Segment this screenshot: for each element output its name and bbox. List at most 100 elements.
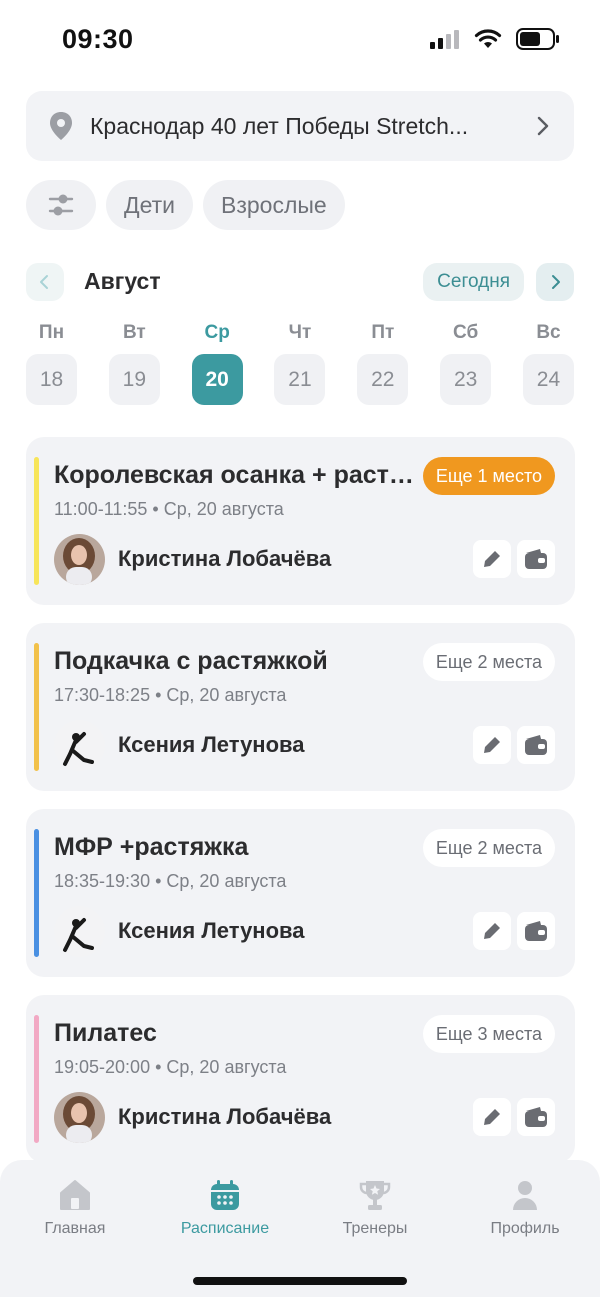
day-name: Пт [371,322,395,343]
filter-chip-adults[interactable]: Взрослые [203,180,345,230]
class-meta: 19:05-20:00 • Ср, 20 августа [54,1057,287,1077]
chevron-right-icon [552,275,560,289]
payment-button[interactable] [517,726,555,764]
class-meta: 18:35-19:30 • Ср, 20 августа [54,871,287,891]
payment-button[interactable] [517,912,555,950]
wifi-icon [474,29,502,48]
pencil-icon [484,737,500,753]
wallet-icon [525,921,547,941]
trainer-avatar[interactable] [54,1092,105,1143]
spots-badge: Еще 2 места [422,829,555,867]
calendar-icon [211,1180,239,1210]
edit-button[interactable] [473,1098,511,1136]
next-week-button[interactable] [536,263,574,301]
filter-chip-kids[interactable]: Дети [106,180,193,230]
class-card[interactable]: Королевская осанка + растяжка 11:00-11:5… [26,437,575,605]
day-number: 23 [440,354,492,405]
sliders-icon [48,194,74,216]
class-date: Ср, 20 августа [166,1057,287,1077]
spots-badge: Еще 3 места [422,1015,555,1053]
prev-week-button[interactable] [26,263,64,301]
edit-button[interactable] [473,726,511,764]
week-strip: Пн 18 Вт 19 Ср 20 Чт 21 Пт 22 Сб 23 Вс 24 [26,322,574,405]
tab-trainers[interactable]: Тренеры [300,1178,450,1238]
wallet-icon [525,1107,547,1127]
payment-button[interactable] [517,540,555,578]
day-name: Сб [453,322,479,343]
today-button[interactable]: Сегодня [423,263,524,301]
filter-settings-button[interactable] [26,180,96,230]
trainer-photo-ksenia [54,720,105,771]
class-time: 11:00-11:55 [54,499,148,519]
filter-bar: Дети Взрослые [26,180,345,230]
trainer-photo-ksenia [54,906,105,957]
day-fri[interactable]: Пт 22 [357,322,409,405]
trainer-avatar[interactable] [54,906,105,957]
day-name: Ср [204,322,230,343]
tab-label: Главная [44,1220,106,1237]
tab-label: Расписание [180,1220,270,1237]
trainer-avatar[interactable] [54,534,105,585]
class-time: 17:30-18:25 [54,685,151,705]
tab-home[interactable]: Главная [0,1178,150,1238]
class-time: 19:05-20:00 [54,1057,151,1077]
day-number: 19 [108,354,160,405]
day-number: 22 [357,354,409,405]
class-title: МФР +растяжка [54,833,249,861]
home-icon [60,1180,90,1210]
cellular-signal-icon [430,30,459,49]
class-meta: 11:00-11:55 • Ср, 20 августа [54,499,284,519]
day-name: Чт [288,322,312,343]
trainer-name: Кристина Лобачёва [118,1104,332,1129]
day-sat[interactable]: Сб 23 [440,322,492,405]
chevron-right-icon [537,116,549,136]
class-color-stripe [34,829,39,957]
class-meta: 17:30-18:25 • Ср, 20 августа [54,685,287,705]
user-icon [513,1181,537,1210]
edit-button[interactable] [473,540,511,578]
class-date: Ср, 20 августа [163,499,284,519]
day-tue[interactable]: Вт 19 [108,322,160,405]
spots-badge: Еще 2 места [422,643,555,681]
pencil-icon [484,551,500,567]
tab-schedule[interactable]: Расписание [150,1178,300,1238]
spots-badge: Еще 1 место [422,457,555,495]
day-sun[interactable]: Вс 24 [522,322,574,405]
day-number: 20 [191,354,243,405]
status-bar: 09:30 [0,0,600,80]
class-card[interactable]: МФР +растяжка 18:35-19:30 • Ср, 20 авгус… [26,809,575,977]
payment-button[interactable] [517,1098,555,1136]
class-color-stripe [34,1015,39,1143]
day-wed-selected[interactable]: Ср 20 [191,322,243,405]
day-mon[interactable]: Пн 18 [26,322,77,405]
class-card[interactable]: Пилатес 19:05-20:00 • Ср, 20 августа Еще… [26,995,575,1163]
trophy-icon [359,1181,391,1210]
month-navigation: Август Сегодня [26,263,574,301]
location-selector[interactable]: Краснодар 40 лет Победы Stretch... [26,91,574,161]
pencil-icon [484,923,500,939]
trainer-photo-kristina [54,534,105,585]
day-name: Вт [122,322,146,343]
class-color-stripe [34,457,39,585]
day-thu[interactable]: Чт 21 [274,322,326,405]
tab-label: Тренеры [342,1220,408,1237]
trainer-photo-kristina [54,1092,105,1143]
home-indicator [193,1277,407,1285]
class-title: Королевская осанка + растяжка [54,461,414,489]
status-time: 09:30 [62,24,134,54]
day-number: 24 [522,354,574,405]
wallet-icon [525,735,547,755]
status-icons [430,28,560,50]
day-name: Пн [38,322,65,343]
month-label: Август [84,268,161,294]
class-title: Подкачка с растяжкой [54,647,328,675]
battery-icon [516,28,559,50]
day-number: 18 [26,354,77,405]
edit-button[interactable] [473,912,511,950]
location-name: Краснодар 40 лет Победы Stretch... [90,112,469,139]
class-card[interactable]: Подкачка с растяжкой 17:30-18:25 • Ср, 2… [26,623,575,791]
map-pin-icon [50,112,72,140]
class-date: Ср, 20 августа [166,871,287,891]
trainer-avatar[interactable] [54,720,105,771]
tab-profile[interactable]: Профиль [450,1178,600,1238]
